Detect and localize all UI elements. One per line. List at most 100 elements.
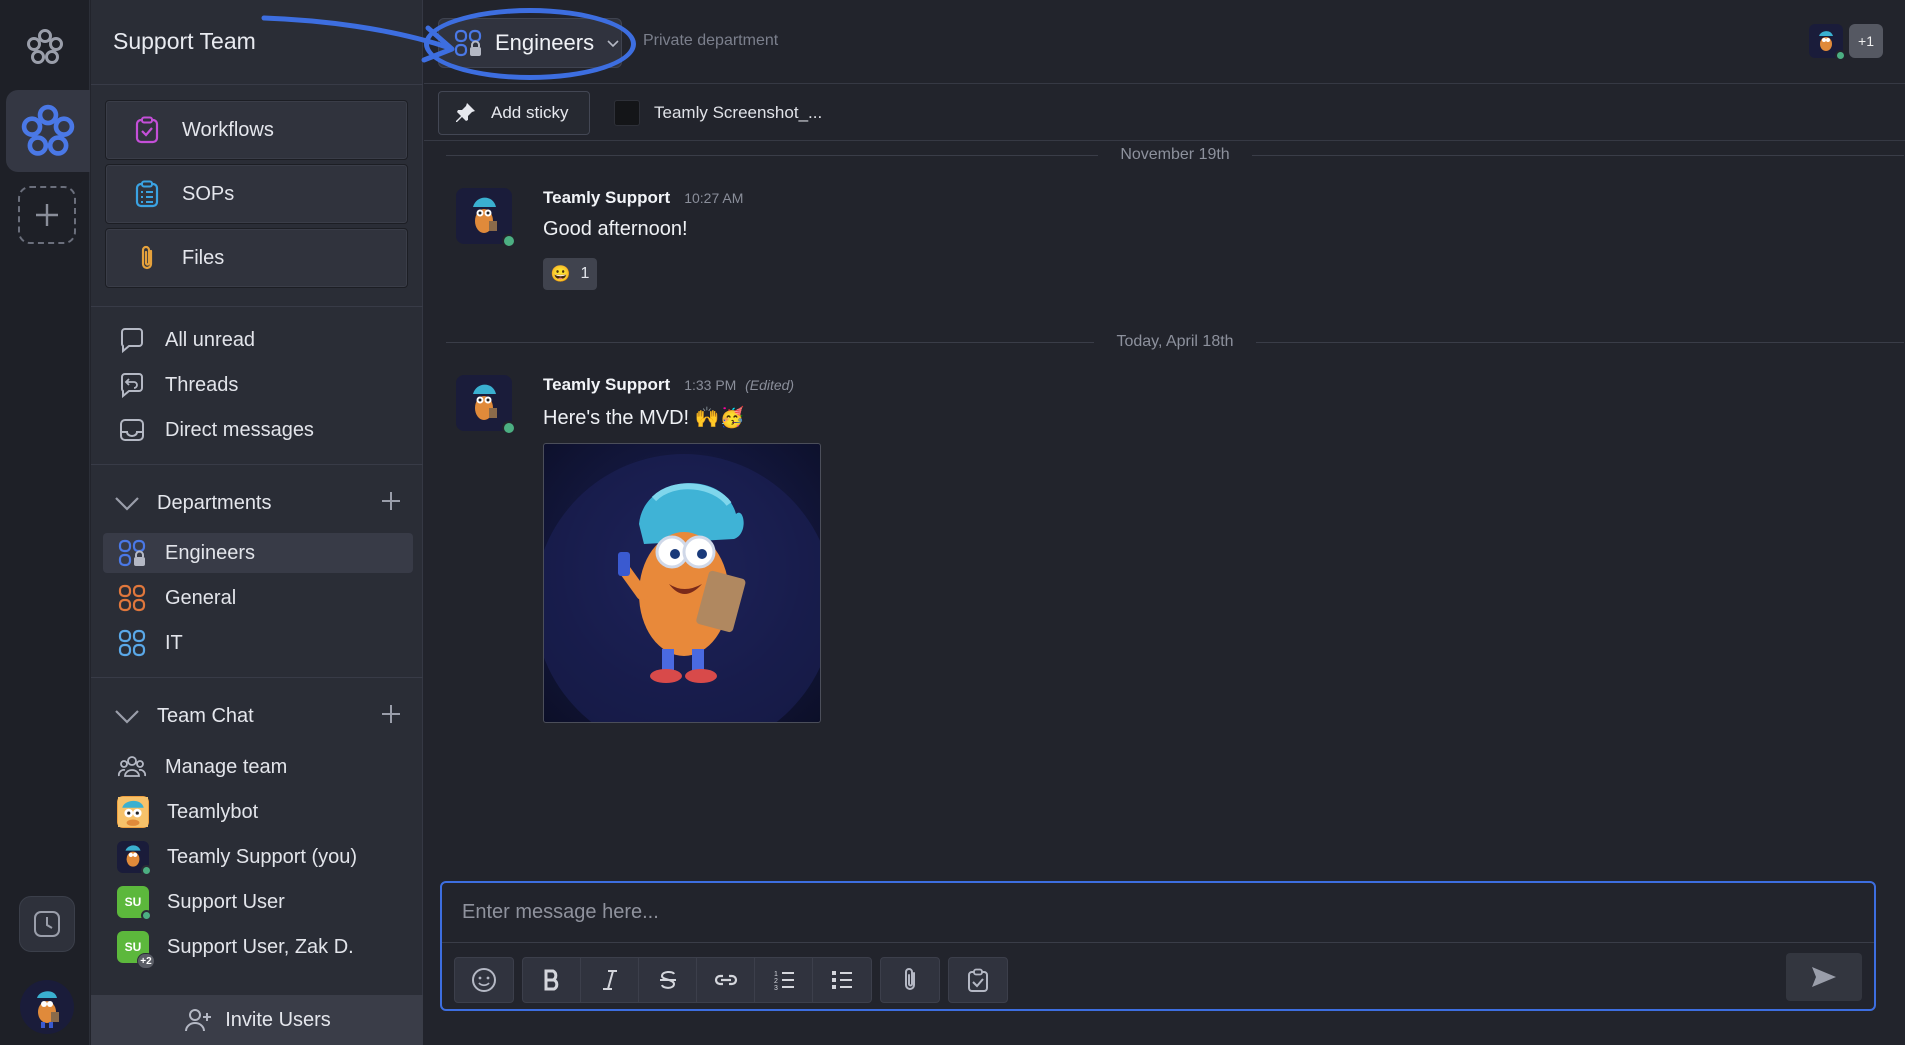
channel-header: Engineers Private department +1 [424, 0, 1905, 84]
nav-all-unread[interactable]: All unread [103, 320, 413, 360]
chat-support-user-zak[interactable]: SU +2 Support User, Zak D. [103, 927, 413, 969]
current-user-avatar[interactable] [20, 980, 74, 1034]
emoji-button[interactable] [455, 958, 513, 1002]
nav-all-unread-label: All unread [165, 328, 256, 351]
channel-subtitle: Private department [643, 32, 779, 49]
message-avatar[interactable] [456, 375, 516, 435]
member-avatar[interactable] [1809, 24, 1846, 61]
department-it-label: IT [165, 631, 183, 654]
message-time: 10:27 AM [684, 190, 744, 206]
image-attachment[interactable] [543, 443, 821, 723]
author-name: Teamly Support [543, 188, 671, 207]
smiley-icon [472, 968, 496, 992]
strikethrough-button[interactable] [639, 958, 697, 1002]
files-button[interactable]: Files [105, 228, 408, 288]
chat-support-user[interactable]: SU Support User [103, 882, 413, 922]
department-engineers-label: Engineers [165, 541, 256, 564]
support-user-avatar: SU [117, 886, 152, 921]
message-time: 1:33 PM [684, 377, 737, 393]
link-icon [714, 974, 737, 986]
reaction-count: 1 [580, 265, 590, 282]
sops-button[interactable]: SOPs [105, 164, 408, 224]
bullet-list-button[interactable] [813, 958, 871, 1002]
add-sticky-button[interactable]: Add sticky [438, 91, 590, 135]
add-department-button[interactable] [379, 489, 403, 513]
team-chat-header[interactable]: Team Chat [103, 696, 413, 736]
extra-members-badge: +2 [137, 953, 155, 969]
department-engineers[interactable]: Engineers [103, 533, 413, 573]
plus-icon [382, 705, 400, 723]
paperclip-icon [905, 968, 915, 990]
add-task-button[interactable] [949, 958, 1007, 1002]
divider [91, 677, 423, 678]
workflow-clipboard-icon [135, 116, 159, 144]
nav-threads[interactable]: Threads [103, 365, 413, 405]
message-composer: 123 [440, 881, 1876, 1011]
member-avatars[interactable]: +1 [1809, 24, 1883, 61]
emoji-group [454, 957, 514, 1003]
pin-icon [456, 103, 475, 122]
sops-label: SOPs [182, 182, 235, 205]
chat-teamly-support-you[interactable]: Teamly Support (you) [103, 837, 413, 877]
team-chat-title: Team Chat [157, 704, 254, 727]
workspace-rail [0, 0, 90, 1045]
online-status-dot [141, 865, 152, 876]
department-general[interactable]: General [103, 578, 413, 618]
app: Support Team Workflows SOPs Files All un… [0, 0, 1905, 1045]
link-button[interactable] [697, 958, 755, 1002]
attach-button[interactable] [881, 958, 939, 1002]
message-avatar[interactable] [456, 188, 516, 248]
workflows-button[interactable]: Workflows [105, 100, 408, 160]
group-chat-avatar: SU +2 [117, 931, 155, 969]
bullet-list-icon [832, 971, 852, 989]
clock-icon [34, 911, 60, 937]
numbered-list-icon: 123 [774, 971, 794, 992]
add-chat-button[interactable] [379, 702, 403, 726]
teamlybot-avatar [117, 796, 149, 828]
more-members-button[interactable]: +1 [1849, 24, 1883, 58]
italic-icon [602, 970, 617, 990]
chat-support-user-label: Support User [167, 890, 285, 913]
attach-group [880, 957, 940, 1003]
sticky-file-name: Teamly Screenshot_... [654, 103, 823, 122]
channel-switcher-button[interactable]: Engineers [438, 18, 622, 68]
divider [91, 306, 423, 307]
workspace-support-team[interactable] [6, 90, 90, 172]
numbered-list-button[interactable]: 123 [755, 958, 813, 1002]
sticky-file-chip[interactable]: Teamly Screenshot_... [614, 91, 822, 135]
manage-team[interactable]: Manage team [103, 747, 413, 787]
svg-text:2: 2 [774, 978, 778, 985]
message-author: Teamly Support 10:27 AM [543, 188, 743, 208]
bold-button[interactable] [523, 958, 581, 1002]
send-button[interactable] [1786, 953, 1862, 1001]
team-title: Support Team [113, 28, 256, 54]
reaction-chip[interactable]: 😀 1 [543, 258, 597, 290]
channel-name: Engineers [495, 30, 595, 55]
files-label: Files [182, 246, 225, 269]
italic-button[interactable] [581, 958, 639, 1002]
add-user-icon [185, 1009, 212, 1032]
add-workspace-button[interactable] [18, 186, 76, 244]
message-input[interactable] [442, 883, 1874, 943]
strikethrough-icon [659, 970, 676, 989]
send-icon [1812, 967, 1836, 987]
add-sticky-label: Add sticky [491, 103, 569, 122]
invite-users-button[interactable]: Invite Users [91, 995, 423, 1045]
nav-direct-messages[interactable]: Direct messages [103, 410, 413, 450]
sticky-bar: Add sticky Teamly Screenshot_... [424, 85, 1905, 141]
divider [91, 464, 423, 465]
history-button[interactable] [19, 896, 75, 952]
clipboard-check-icon [968, 968, 988, 992]
avatar-initials: SU [124, 940, 142, 954]
departments-header[interactable]: Departments [103, 483, 413, 523]
chat-teamlybot[interactable]: Teamlybot [103, 792, 413, 832]
divider [91, 84, 423, 85]
online-status-dot [502, 421, 516, 435]
inbox-icon [120, 419, 144, 441]
date-label: Today, April 18th [1116, 333, 1234, 350]
invite-users-label: Invite Users [225, 1008, 331, 1031]
threads-icon [121, 373, 143, 399]
people-icon [118, 756, 146, 777]
sop-list-icon [135, 180, 159, 208]
department-it[interactable]: IT [103, 623, 413, 663]
